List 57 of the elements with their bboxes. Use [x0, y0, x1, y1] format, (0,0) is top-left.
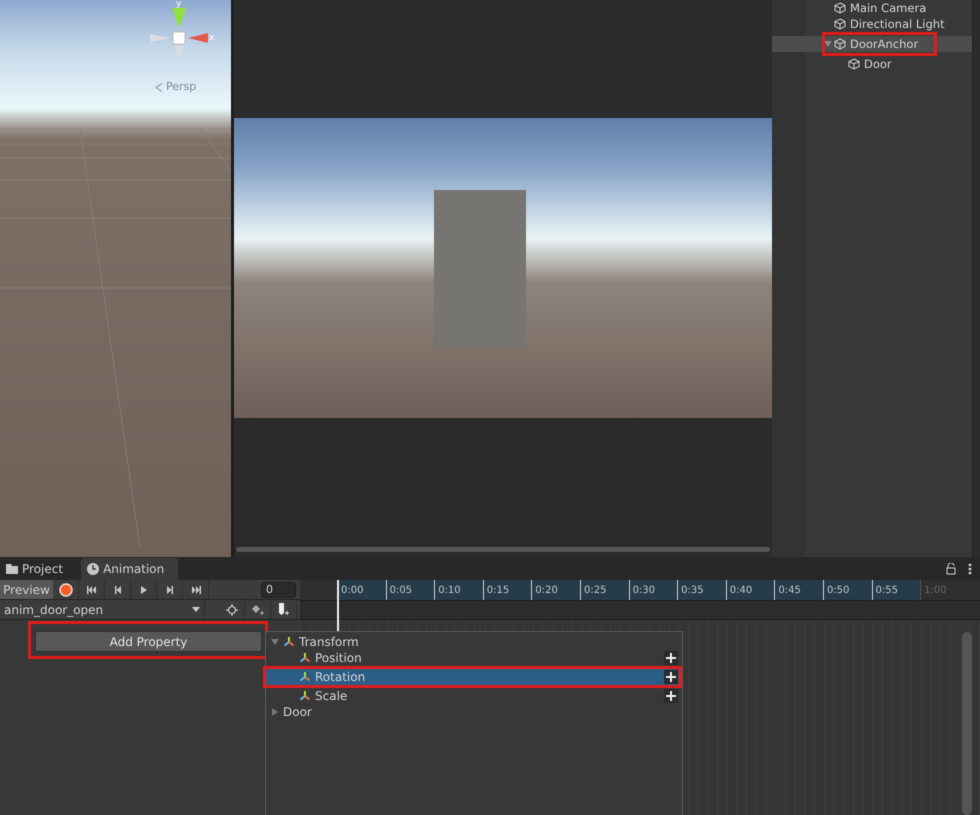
item-label: DoorAnchor — [850, 37, 918, 51]
crosshair-icon — [226, 604, 238, 616]
property-label: Scale — [315, 689, 348, 703]
transform-axes-icon — [299, 690, 311, 702]
cube-icon — [834, 18, 846, 30]
cube-icon — [848, 58, 860, 70]
record-icon — [58, 582, 72, 596]
arrow-icon — [112, 584, 122, 594]
arrow-icon — [190, 584, 200, 594]
transform-axes-icon — [299, 652, 311, 664]
property-label: Rotation — [315, 670, 366, 684]
transform-axes-icon — [299, 671, 311, 683]
hierarchy-item[interactable]: Door — [772, 56, 972, 72]
chevron-icon — [155, 83, 163, 92]
add-button[interactable] — [664, 651, 678, 665]
cube-icon — [834, 38, 846, 50]
add-property-button[interactable]: Add Property — [35, 631, 262, 652]
scrollbar[interactable] — [972, 0, 980, 557]
property-row[interactable]: Scale — [266, 688, 682, 704]
event-plus-icon — [278, 602, 290, 616]
plus-icon — [666, 691, 676, 701]
hierarchy-item[interactable]: Directional Light — [772, 16, 972, 32]
property-label: Position — [315, 651, 362, 665]
scrollbar[interactable] — [236, 547, 770, 552]
cube-icon — [834, 2, 846, 14]
hierarchy-item[interactable]: Main Camera — [772, 0, 972, 16]
panel-tab[interactable]: Animation — [81, 558, 178, 580]
plus-icon — [666, 653, 676, 663]
property-label: Door — [283, 705, 312, 719]
property-row[interactable]: Rotation — [266, 669, 682, 685]
transform-axes-icon — [283, 636, 295, 648]
preview-button[interactable]: Preview — [0, 580, 53, 599]
scrollbar[interactable] — [962, 632, 972, 815]
caret-icon — [271, 638, 279, 646]
more-options-icon[interactable] — [968, 563, 972, 575]
plus-icon — [666, 672, 676, 682]
panel-tab[interactable]: Project — [0, 558, 78, 580]
arrow-icon — [164, 584, 174, 594]
add-button[interactable] — [664, 689, 678, 703]
item-label: Directional Light — [850, 17, 945, 31]
keyframe-plus-icon — [250, 604, 264, 616]
folder-icon — [6, 564, 18, 574]
add-button[interactable] — [664, 670, 678, 684]
caret-icon[interactable] — [824, 41, 832, 47]
lock-icon[interactable] — [946, 563, 956, 575]
property-row[interactable]: Position — [266, 650, 682, 666]
item-label: Main Camera — [850, 1, 926, 15]
item-label: Door — [864, 57, 892, 71]
frame-field[interactable]: 0 — [261, 582, 296, 598]
clock-icon — [87, 563, 100, 575]
arrow-icon — [86, 584, 96, 594]
arrow-icon — [138, 584, 148, 594]
property-row[interactable]: Transform — [266, 634, 682, 650]
property-row[interactable]: Door — [266, 704, 682, 720]
caret-icon — [192, 607, 200, 612]
caret-icon — [271, 708, 279, 716]
property-label: Transform — [299, 635, 359, 649]
